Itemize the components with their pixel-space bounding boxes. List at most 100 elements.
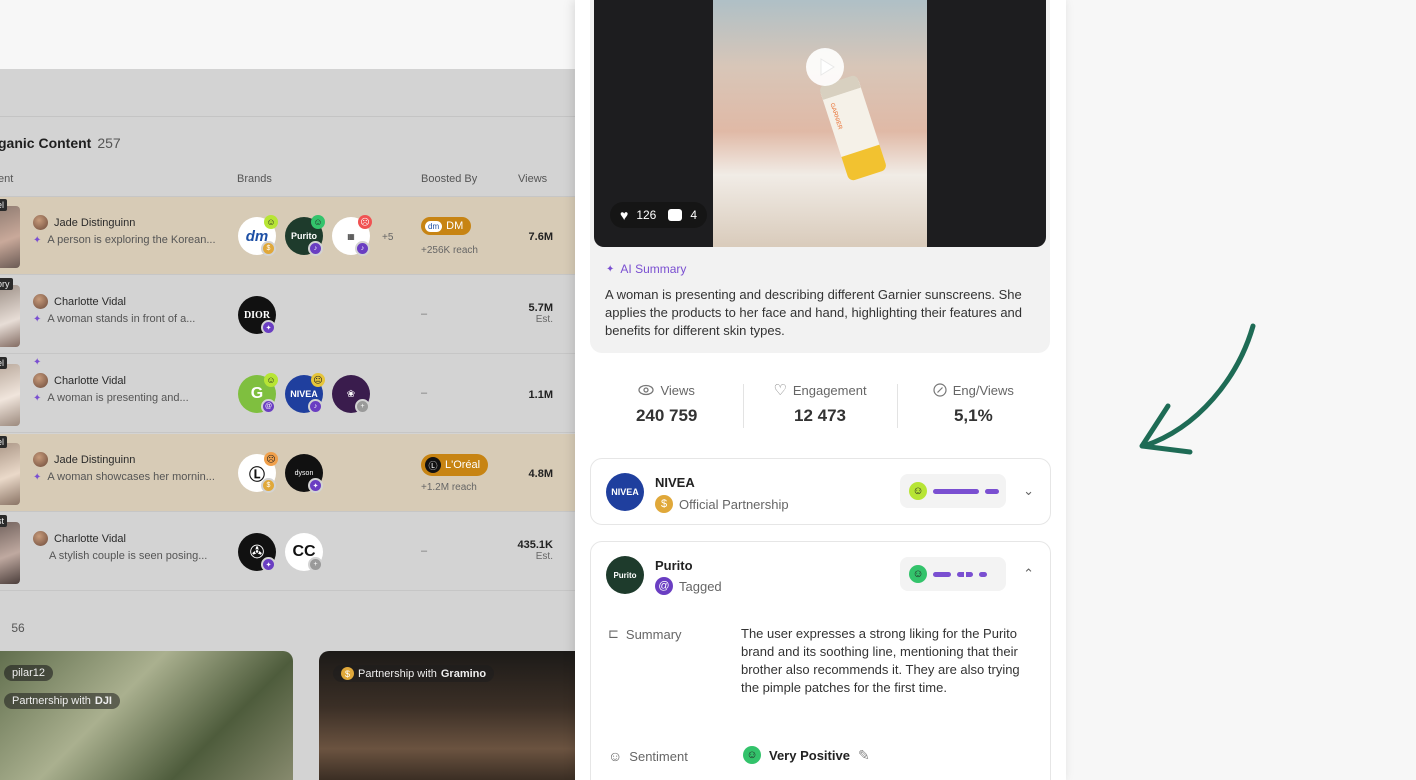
sentiment-neutral-icon: 😐 <box>311 373 325 387</box>
table-row[interactable]: el Jade Distinguinn ✦A woman showcases h… <box>0 434 575 512</box>
smile-icon: ☺ <box>909 565 927 583</box>
video-stats-chip: ♥ 126 4 <box>610 202 708 228</box>
content-type-tag: el <box>0 436 8 448</box>
metrics-row: Views 240 759 ♡ Engagement 12 473 Eng/Vie… <box>590 380 1050 436</box>
ai-sparkle-icon: ✦ <box>33 313 42 325</box>
video-thumbnail[interactable] <box>0 285 20 347</box>
creator[interactable]: Charlotte Vidal <box>33 531 126 546</box>
boost-chip[interactable]: Ⓛ L'Oréal <box>421 454 489 476</box>
eye-icon <box>638 384 655 396</box>
creator[interactable]: Jade Distinguinn <box>33 452 135 467</box>
summary-icon: ⊏ <box>608 626 619 641</box>
creator-chip: pilar12 <box>4 665 54 681</box>
chevron-up-icon[interactable]: ⌃ <box>1023 566 1034 582</box>
summary-label: ⊏ Summary <box>608 626 682 642</box>
no-boost: – <box>421 545 428 557</box>
creator[interactable]: Charlotte Vidal <box>33 294 126 309</box>
no-boost: – <box>421 387 428 399</box>
column-header-brands[interactable]: Brands <box>237 173 272 185</box>
app-top-area <box>0 0 575 69</box>
add-badge-icon: + <box>308 557 323 572</box>
column-header-content[interactable]: ent <box>0 173 13 185</box>
brand-relation: @ Tagged <box>655 577 722 595</box>
table-row[interactable]: el Jade Distinguinn ✦A person is explori… <box>0 197 575 275</box>
video-frame: GARNIER <box>713 0 927 247</box>
chevron-down-icon[interactable]: ⌄ <box>1023 483 1034 499</box>
ai-sparkle-icon: ✦ <box>33 392 42 404</box>
table-row[interactable]: st Charlotte Vidal A stylish couple is s… <box>0 513 575 591</box>
play-icon[interactable] <box>806 48 844 86</box>
toolbar <box>0 69 575 117</box>
brand-card-nivea[interactable]: NIVEA NIVEA $ Official Partnership ☺ ⌄ <box>590 458 1051 525</box>
metric-views: Views 240 759 <box>635 382 698 426</box>
ai-sparkle-icon: ✦ <box>33 234 42 246</box>
sentiment-negative-icon: ☹ <box>264 452 278 466</box>
edit-sentiment-icon[interactable]: ✎ <box>858 747 870 764</box>
section-count: 257 <box>97 135 121 151</box>
ai-sparkle-icon: ✦ <box>33 471 42 483</box>
boost-chip[interactable]: dm DM <box>421 217 472 235</box>
brand-logo-purito: Purito <box>606 556 644 594</box>
heart-icon: ♡ <box>773 382 787 399</box>
section-title: ganic Content 257 <box>0 135 121 151</box>
row-description: A stylish couple is seen posing... <box>49 550 208 562</box>
video-thumbnail[interactable] <box>0 443 20 505</box>
video-summary-card: GARNIER ♥ 126 4 ✦ AI Summary A woman is pr… <box>590 0 1050 353</box>
dollar-icon: $ <box>655 495 673 513</box>
more-brands-count[interactable]: +5 <box>382 232 393 243</box>
brand-loreal-icon: Ⓛ <box>425 457 441 473</box>
ai-sparkle-icon: ✦ <box>606 263 615 275</box>
video-thumbnail[interactable] <box>0 206 20 268</box>
metric-engagement: ♡ Engagement 12 473 <box>743 380 896 436</box>
avatar <box>33 373 48 388</box>
creator[interactable]: Charlotte Vidal <box>33 373 126 388</box>
audio-badge-icon: ♪ <box>355 241 370 256</box>
no-boost: – <box>421 308 428 320</box>
table-row[interactable]: el ✦ Charlotte Vidal ✦A woman is present… <box>0 355 575 433</box>
ai-summary-text: A woman is presenting and describing dif… <box>605 287 1023 338</box>
sentiment-positive-icon: ☺ <box>264 373 278 387</box>
creator[interactable]: Jade Distinguinn <box>33 215 135 230</box>
video-thumbnail[interactable] <box>0 364 20 426</box>
column-header-views[interactable]: Views <box>518 173 547 185</box>
add-badge-icon: + <box>355 399 370 414</box>
row-views: 1.1M <box>528 389 553 401</box>
ai-badge-icon: ✦ <box>308 478 323 493</box>
content-card[interactable]: $ Partnership with Gramino <box>319 651 575 780</box>
brand-relation: $ Official Partnership <box>655 495 789 513</box>
content-detail-panel: GARNIER ♥ 126 4 ✦ AI Summary A woman is pr… <box>575 0 1066 780</box>
content-card[interactable]: pilar12 Partnership with DJI <box>0 651 293 780</box>
sentiment-indicator[interactable]: ☺ <box>900 474 1006 508</box>
brand-name: Purito <box>655 558 693 573</box>
at-icon: @ <box>655 577 673 595</box>
sentiment-bar <box>985 488 999 494</box>
video-thumbnail[interactable] <box>0 522 20 584</box>
sentiment-bar <box>957 571 973 577</box>
sentiment-label: ☺ Sentiment <box>608 748 688 764</box>
sentiment-indicator[interactable]: ☺ <box>900 557 1006 591</box>
smile-icon: ☺ <box>743 746 761 764</box>
avatar <box>33 452 48 467</box>
row-description: ✦ A woman is presenting and... <box>33 392 189 404</box>
brand-dm-icon: dm <box>425 220 443 232</box>
sentiment-value: ☺ Very Positive ✎ <box>743 746 870 764</box>
column-header-boosted-by[interactable]: Boosted By <box>421 173 477 185</box>
paid-icon: $ <box>341 667 354 680</box>
metric-eng-views: Eng/Views 5,1% <box>896 380 1050 436</box>
video-player[interactable]: GARNIER ♥ 126 4 <box>594 0 1046 247</box>
paid-badge-icon: $ <box>261 478 276 493</box>
ai-summary-heading: ✦ AI Summary <box>606 262 687 276</box>
row-views: 435.1K Est. <box>517 539 553 562</box>
content-type-tag: ory <box>0 278 13 290</box>
mention-badge-icon: @ <box>261 399 276 414</box>
brand-name: NIVEA <box>655 475 695 490</box>
ai-sparkle-icon: ✦ <box>33 357 42 368</box>
table-row[interactable]: ory Charlotte Vidal ✦A woman stands in f… <box>0 276 575 354</box>
paid-badge-icon: $ <box>261 241 276 256</box>
partnership-chip: Partnership with DJI <box>4 693 120 709</box>
content-type-tag: st <box>0 515 8 527</box>
content-type-tag: el <box>0 199 8 211</box>
row-views: 4.8M <box>528 468 553 480</box>
ai-badge-icon: ✦ <box>261 320 276 335</box>
brand-card-purito[interactable]: Purito Purito @ Tagged ☺ ⌃ ⊏ Summary The u… <box>590 541 1051 780</box>
